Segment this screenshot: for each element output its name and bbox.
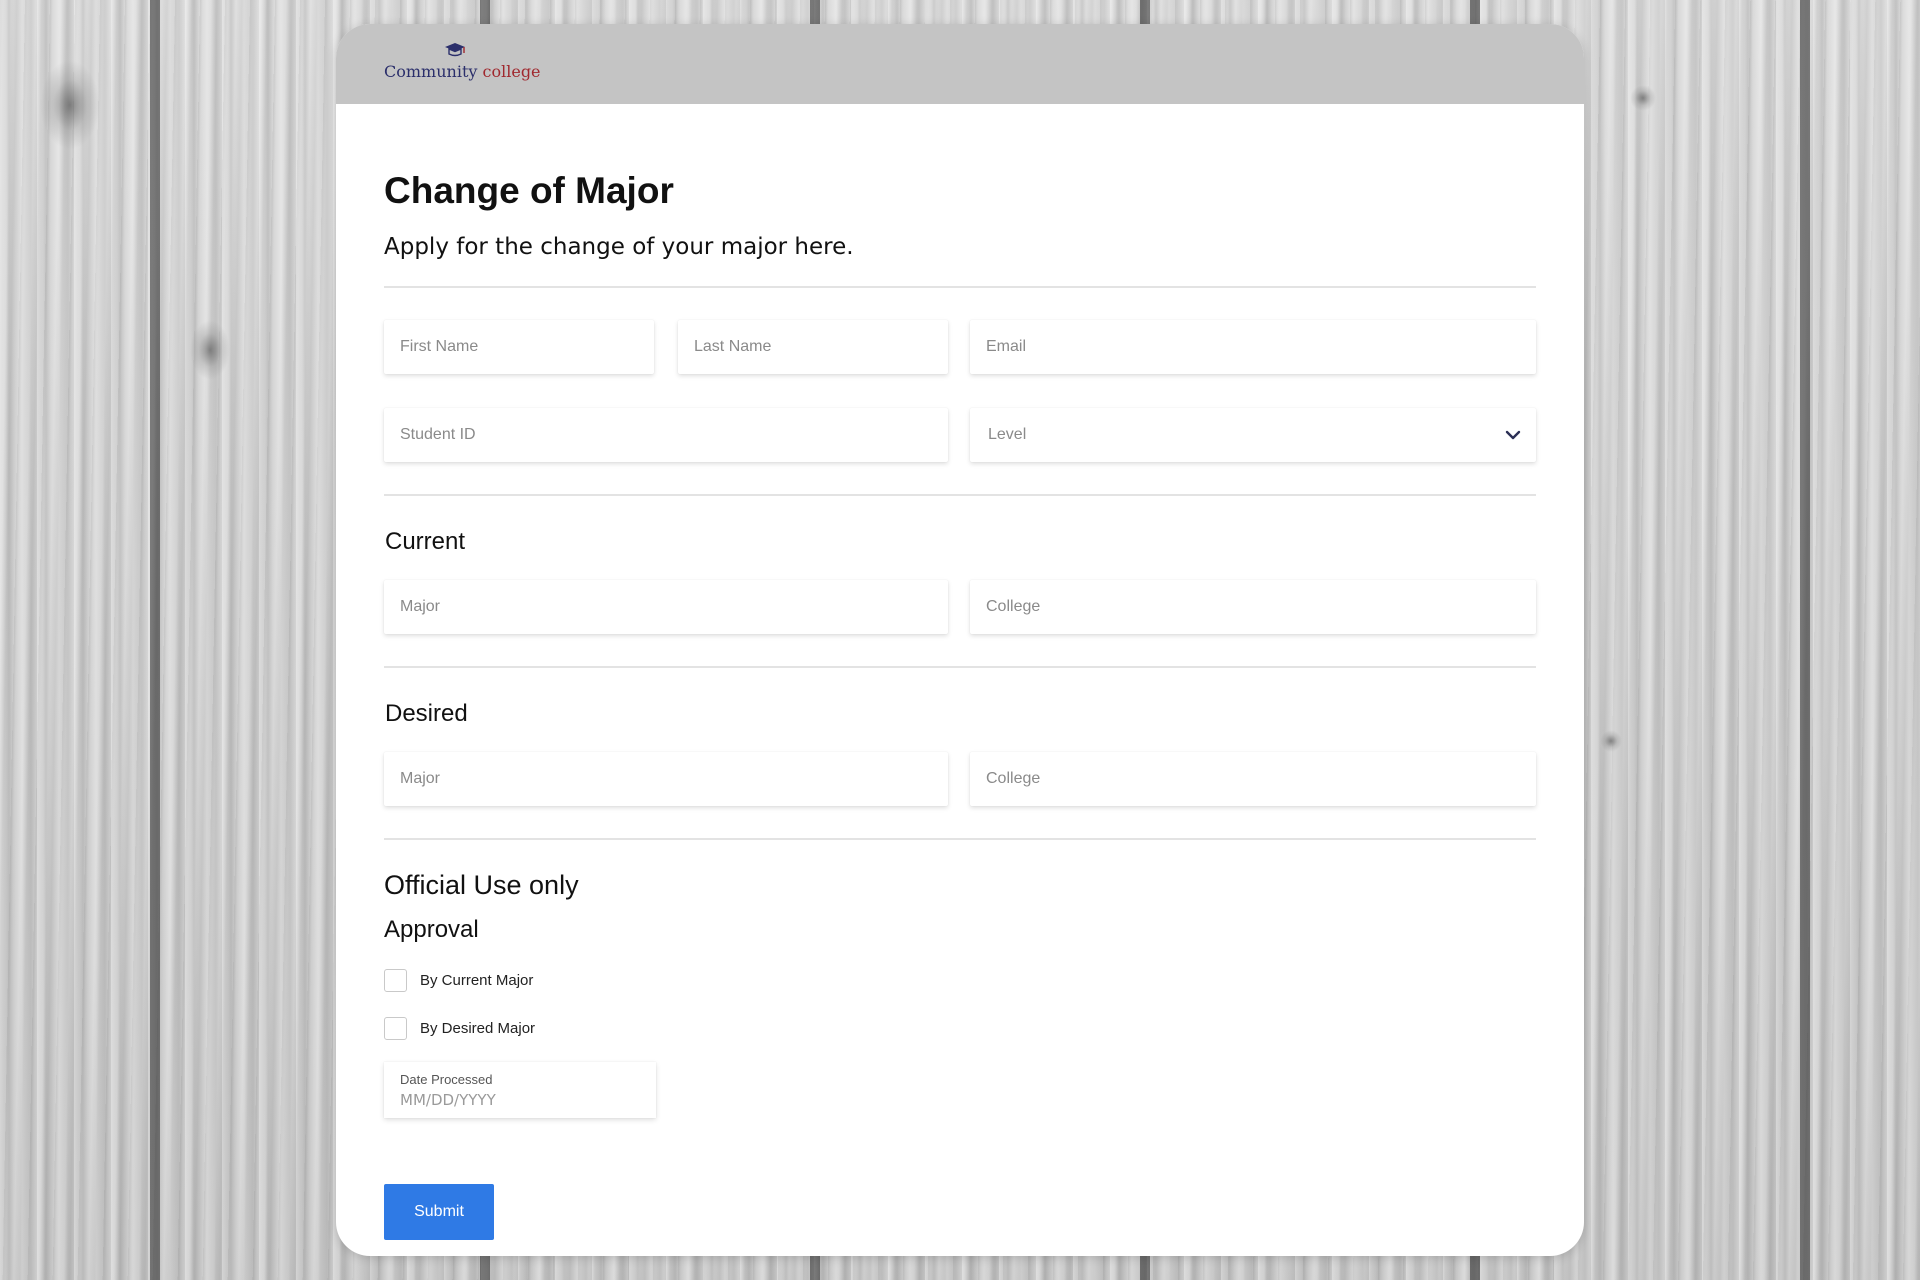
current-college-field: [970, 580, 1536, 634]
desired-college-input[interactable]: [970, 752, 1536, 806]
desired-college-field: [970, 752, 1536, 806]
date-processed-field: Date Processed: [384, 1062, 656, 1118]
page-subtitle: Apply for the change of your major here.: [384, 234, 854, 260]
email-field: [970, 320, 1536, 374]
background-knot: [40, 60, 100, 150]
desired-major-input[interactable]: [384, 752, 948, 806]
official-use-heading: Official Use only: [384, 870, 579, 900]
graduation-cap-icon: [445, 43, 465, 57]
checkbox-desired-major-box[interactable]: [384, 1016, 407, 1040]
email-input[interactable]: [970, 320, 1536, 374]
form-card: Community college Change of Major Apply …: [336, 24, 1584, 1256]
chevron-down-icon: [1505, 430, 1521, 440]
student-id-field: [384, 408, 948, 462]
last-name-input[interactable]: [678, 320, 948, 374]
logo-word-college: college: [482, 62, 541, 81]
date-processed-label: Date Processed: [400, 1072, 493, 1087]
last-name-field: [678, 320, 948, 374]
checkbox-current-major-label: By Current Major: [420, 971, 534, 989]
divider: [384, 666, 1536, 668]
first-name-field: [384, 320, 654, 374]
current-section-heading: Current: [385, 528, 466, 555]
college-logo: Community college: [384, 42, 541, 92]
checkbox-desired-major-label: By Desired Major: [420, 1019, 536, 1037]
page-title: Change of Major: [384, 170, 674, 211]
checkbox-current-major-box[interactable]: [384, 968, 407, 992]
divider: [384, 838, 1536, 840]
divider: [384, 286, 1536, 288]
checkbox-by-current-major[interactable]: By Current Major: [384, 968, 533, 992]
current-college-input[interactable]: [970, 580, 1536, 634]
background-knot: [1630, 85, 1656, 111]
level-select-value: Level: [988, 426, 1027, 443]
background-knot: [1600, 730, 1622, 752]
first-name-input[interactable]: [384, 320, 654, 374]
background-knot: [190, 320, 230, 380]
submit-button[interactable]: Submit: [384, 1184, 494, 1240]
current-major-field: [384, 580, 948, 634]
divider: [384, 494, 1536, 496]
approval-heading: Approval: [384, 916, 479, 943]
desired-major-field: [384, 752, 948, 806]
logo-text: Community college: [384, 62, 541, 81]
logo-word-community: Community: [384, 62, 478, 81]
student-id-input[interactable]: [384, 408, 948, 462]
date-processed-input[interactable]: [400, 1090, 640, 1110]
header-bar: Community college: [336, 24, 1584, 104]
current-major-input[interactable]: [384, 580, 948, 634]
checkbox-by-desired-major[interactable]: By Desired Major: [384, 1016, 535, 1040]
level-select[interactable]: Level: [970, 408, 1536, 462]
desired-section-heading: Desired: [385, 700, 468, 727]
